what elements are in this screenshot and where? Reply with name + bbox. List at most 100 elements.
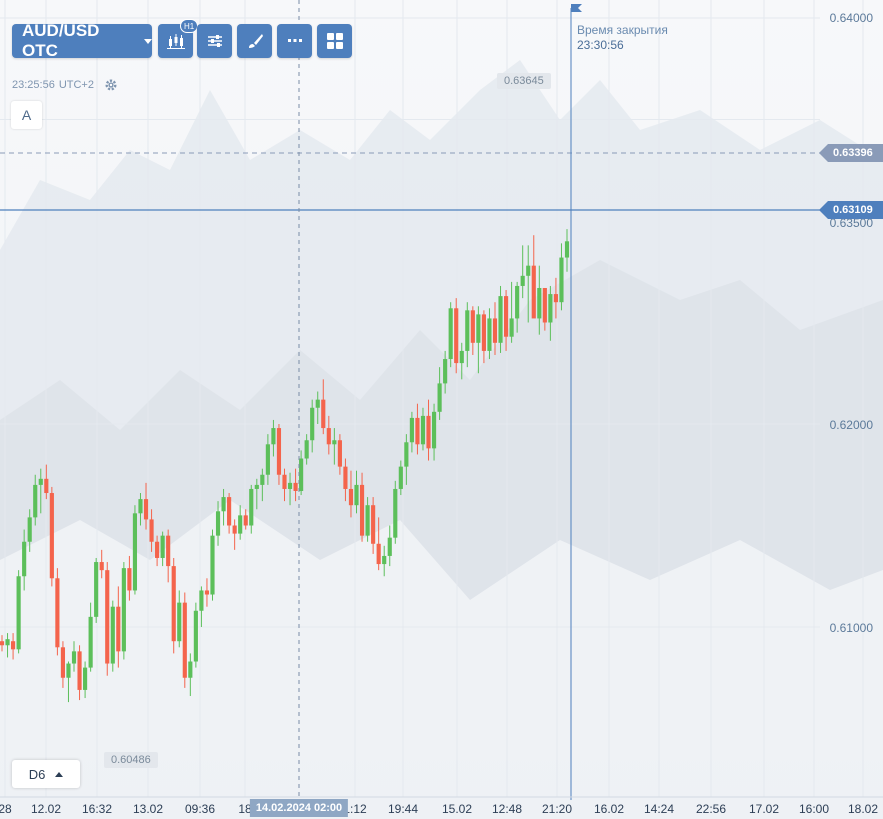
candle-body-up [83, 667, 88, 690]
candle-body-down [553, 294, 558, 303]
candle-body-down [99, 562, 104, 571]
chevron-up-icon [55, 771, 64, 777]
time-axis-label: 15.02 [441, 802, 473, 816]
time-axis-label: 09:36 [184, 802, 216, 816]
asset-selector-button[interactable]: AUD/USD OTC [12, 21, 152, 60]
closing-time: Время закрытия 23:30:56 [577, 23, 668, 53]
time-axis-label: 28 [0, 802, 12, 816]
candles-icon [166, 34, 185, 49]
candle-body-up [387, 537, 392, 556]
time-axis-label: 19:44 [387, 802, 419, 816]
candle[interactable] [171, 557, 176, 654]
time-axis-label: 12.02 [30, 802, 62, 816]
asset-label: AUD/USD OTC [22, 21, 100, 60]
candle-body-down [171, 566, 176, 642]
candle-body-up [498, 296, 503, 343]
closing-time-label: Время закрытия [577, 23, 668, 37]
sliders-icon [207, 35, 222, 47]
candle-body-up [537, 287, 542, 319]
candle-body-up [27, 517, 32, 542]
candle-body-up [88, 616, 93, 668]
candle-body-up [254, 484, 259, 489]
candle-body-up [365, 505, 370, 536]
candle-body-down [503, 296, 509, 337]
candle-body-up [38, 478, 43, 485]
candle[interactable] [55, 568, 60, 656]
candle-body-down [232, 525, 237, 534]
candle-body-up [260, 474, 265, 485]
candle-body-up [33, 484, 38, 518]
candle-body-up [5, 639, 10, 646]
candle-body-down [293, 482, 298, 491]
candle[interactable] [105, 562, 110, 676]
candle-body-up [564, 241, 570, 258]
candle-body-down [542, 287, 547, 323]
candle-body-up [188, 661, 193, 678]
candle[interactable] [454, 298, 459, 374]
candle-body-up [310, 407, 315, 441]
auto-scale-button[interactable]: A [11, 101, 42, 129]
period-selector-button[interactable]: D6 [12, 760, 80, 788]
candle-body-down [492, 318, 498, 343]
candle-body-down [348, 488, 354, 506]
candle-body-up [515, 285, 520, 319]
drawings-button[interactable] [237, 24, 272, 58]
candle-body-up [199, 590, 204, 611]
chart-canvas[interactable] [0, 0, 883, 819]
candle-body-down [426, 415, 431, 449]
candle-body-down [149, 519, 154, 542]
candle-body-up [299, 458, 304, 491]
candle-body-up [71, 651, 77, 664]
candle[interactable] [182, 592, 187, 688]
candle[interactable] [49, 486, 54, 587]
candle[interactable] [121, 562, 126, 660]
grid-layout-icon [326, 33, 343, 49]
more-dots-icon [287, 39, 302, 42]
candle-body-down [227, 497, 232, 526]
candle-body-up [193, 610, 198, 662]
price-axis-label: 0.61000 [829, 621, 873, 635]
candle[interactable] [193, 602, 198, 668]
candle-body-up [526, 265, 531, 276]
candle-body-down [127, 568, 132, 591]
dashed-price-tag: 0.63396 [819, 144, 883, 162]
candle[interactable] [448, 302, 453, 368]
candle-body-down [343, 466, 348, 489]
gear-icon[interactable] [104, 78, 118, 92]
candle-body-down [376, 543, 381, 565]
candle-body-up [121, 568, 126, 652]
brush-icon [248, 34, 263, 48]
candle[interactable] [110, 600, 115, 672]
time-axis-label: 16:32 [81, 802, 113, 816]
candle-body-up [393, 488, 398, 538]
candle-body-up [354, 484, 359, 506]
candle-body-down [166, 535, 171, 567]
candle-body-down [276, 428, 282, 475]
high-price-label: 0.63645 [497, 73, 551, 89]
candle-body-up [249, 488, 254, 526]
candle-body-up [160, 535, 165, 558]
candle-body-down [0, 641, 5, 646]
indicators-button[interactable] [197, 24, 232, 58]
more-button[interactable] [277, 24, 312, 58]
candle-body-up [431, 411, 437, 449]
candle-body-up [520, 275, 525, 286]
timeframe-badge[interactable]: H1 [180, 19, 199, 33]
candle-body-down [371, 505, 376, 544]
candle[interactable] [94, 557, 99, 623]
time-axis-label: 16:00 [798, 802, 830, 816]
candle[interactable] [393, 480, 398, 544]
candle[interactable] [210, 529, 215, 601]
candle-body-up [110, 606, 115, 664]
candle[interactable] [16, 570, 21, 654]
candle-body-down [415, 417, 420, 445]
candle-body-up [315, 399, 320, 408]
candle-body-down [11, 641, 16, 650]
candle-body-up [437, 383, 442, 412]
chart-area[interactable]: AUD/USD OTC H1 23:25:56 UTC+2 A Время за… [0, 0, 883, 819]
candle[interactable] [132, 505, 138, 595]
layouts-button[interactable] [317, 24, 352, 58]
candle-body-up [238, 515, 243, 534]
candle-body-up [459, 350, 464, 364]
candle-body-up [476, 314, 481, 343]
